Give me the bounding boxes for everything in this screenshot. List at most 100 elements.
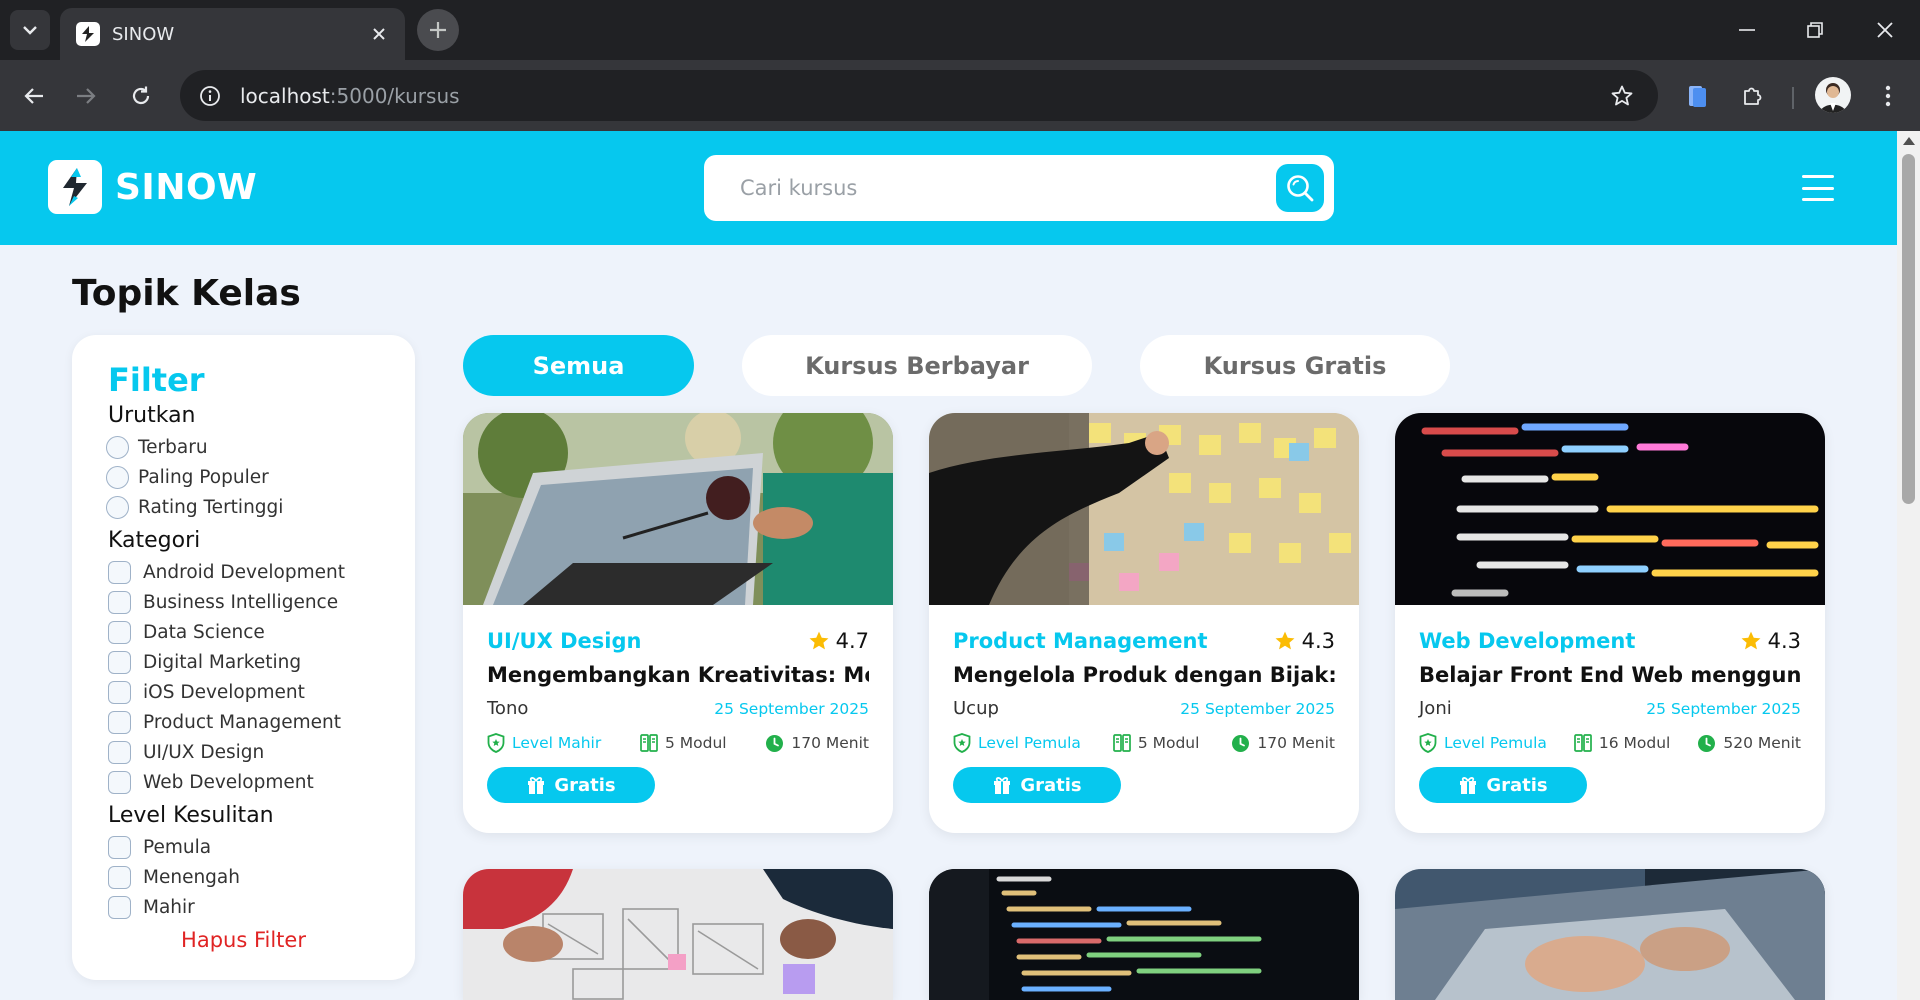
course-date: 25 September 2025 (1180, 699, 1335, 718)
course-rating: 4.3 (1274, 629, 1335, 653)
checkbox[interactable] (108, 680, 131, 704)
category-option[interactable]: Web Development (108, 767, 415, 797)
course-card[interactable] (1395, 869, 1825, 1000)
reading-list-icon[interactable] (1680, 78, 1716, 114)
profile-avatar[interactable] (1815, 77, 1851, 113)
checkbox[interactable] (108, 620, 131, 644)
extensions-puzzle-icon[interactable] (1735, 78, 1771, 114)
browser-tab-strip: SINOW (0, 0, 1920, 60)
restore-button[interactable] (1792, 12, 1838, 48)
bookmark-star-icon[interactable] (1608, 82, 1636, 110)
course-card[interactable]: Product Management 4.3 Mengelola Produk … (929, 413, 1359, 833)
course-thumbnail (463, 413, 893, 605)
checkbox[interactable] (108, 865, 131, 889)
checkbox[interactable] (108, 770, 131, 794)
course-modules: 16 Modul (1574, 733, 1670, 753)
more-menu-icon[interactable] (1870, 78, 1906, 114)
close-tab-icon[interactable] (369, 24, 389, 44)
course-level: Level Pemula (1419, 733, 1547, 753)
rating-value: 4.3 (1301, 629, 1335, 653)
course-author: Ucup (953, 698, 999, 719)
toolbar-divider (1792, 87, 1794, 109)
category-group-label: Kategori (108, 528, 201, 553)
course-card[interactable]: UI/UX Design 4.7 Mengembangkan Kreativit… (463, 413, 893, 833)
browser-tab[interactable]: SINOW (60, 8, 405, 60)
checkbox[interactable] (108, 650, 131, 674)
scrollbar-thumb[interactable] (1902, 154, 1915, 504)
course-category: Web Development (1419, 629, 1636, 653)
search-button[interactable] (1276, 164, 1324, 212)
brand-name: SINOW (115, 166, 258, 208)
site-info-icon[interactable] (194, 80, 226, 112)
filter-title: Filter (108, 361, 205, 399)
sinow-logo-icon (48, 160, 102, 214)
rating-value: 4.7 (835, 629, 869, 653)
checkbox[interactable] (108, 710, 131, 734)
course-thumbnail (1395, 413, 1825, 605)
new-tab-button[interactable] (417, 9, 459, 51)
checkbox[interactable] (108, 835, 131, 859)
sort-option[interactable]: Terbaru (106, 432, 415, 462)
minimize-button[interactable] (1724, 12, 1770, 48)
tab-title: SINOW (112, 23, 175, 45)
category-option[interactable]: Data Science (108, 617, 415, 647)
close-window-button[interactable] (1862, 12, 1908, 48)
course-rating: 4.3 (1740, 629, 1801, 653)
course-card[interactable] (929, 869, 1359, 1000)
star-icon (1741, 631, 1761, 650)
clock-icon (766, 734, 784, 752)
star-icon (809, 631, 829, 650)
category-option[interactable]: iOS Development (108, 677, 415, 707)
free-price-button[interactable]: Gratis (1419, 767, 1587, 803)
course-thumbnail (463, 869, 893, 1000)
course-title[interactable]: Mengelola Produk dengan Bijak: ... (953, 663, 1335, 687)
page-scrollbar[interactable] (1897, 131, 1920, 1000)
course-card[interactable]: Web Development 4.3 Belajar Front End We… (1395, 413, 1825, 833)
free-price-button[interactable]: Gratis (487, 767, 655, 803)
course-title[interactable]: Belajar Front End Web menggun... (1419, 663, 1801, 687)
scroll-up-arrow-icon[interactable] (1903, 137, 1915, 145)
checkbox[interactable] (108, 740, 131, 764)
course-date: 25 September 2025 (714, 699, 869, 718)
checkbox[interactable] (108, 895, 131, 919)
level-option[interactable]: Menengah (108, 862, 415, 892)
back-button[interactable] (14, 76, 54, 116)
checkbox[interactable] (108, 560, 131, 584)
category-option[interactable]: Product Management (108, 707, 415, 737)
course-thumbnail (929, 869, 1359, 1000)
brand-logo[interactable]: SINOW (48, 160, 257, 214)
reload-button[interactable] (121, 76, 161, 116)
clear-filter-button[interactable]: Hapus Filter (72, 928, 415, 952)
level-option[interactable]: Mahir (108, 892, 415, 922)
category-option[interactable]: Android Development (108, 557, 415, 587)
category-option[interactable]: UI/UX Design (108, 737, 415, 767)
tab-kursus-berbayar[interactable]: Kursus Berbayar (742, 335, 1092, 396)
tab-search-button[interactable] (10, 10, 50, 50)
tab-semua[interactable]: Semua (463, 335, 694, 396)
tab-kursus-gratis[interactable]: Kursus Gratis (1140, 335, 1450, 396)
course-thumbnail (1395, 869, 1825, 1000)
category-option[interactable]: Business Intelligence (108, 587, 415, 617)
sinow-favicon-icon (76, 22, 100, 46)
free-price-button[interactable]: Gratis (953, 767, 1121, 803)
category-option[interactable]: Digital Marketing (108, 647, 415, 677)
course-modules: 5 Modul (640, 733, 727, 753)
radio-button[interactable] (106, 465, 129, 489)
course-author: Tono (487, 698, 529, 719)
radio-button[interactable] (106, 435, 129, 459)
filter-panel: Filter Urutkan Terbaru Paling Populer Ra… (72, 335, 415, 980)
level-option[interactable]: Pemula (108, 832, 415, 862)
search-input[interactable] (740, 176, 1276, 200)
course-card[interactable] (463, 869, 893, 1000)
forward-button[interactable] (66, 76, 106, 116)
sort-option[interactable]: Rating Tertinggi (106, 492, 415, 522)
checkbox[interactable] (108, 590, 131, 614)
course-duration: 520 Menit (1697, 734, 1801, 753)
browser-toolbar: localhost:5000/kursus (0, 60, 1920, 131)
address-bar[interactable]: localhost:5000/kursus (180, 70, 1658, 121)
radio-button[interactable] (106, 495, 129, 519)
course-title[interactable]: Mengembangkan Kreativitas: Me... (487, 663, 869, 687)
menu-hamburger-icon[interactable] (1802, 173, 1834, 203)
sort-option[interactable]: Paling Populer (106, 462, 415, 492)
rating-value: 4.3 (1767, 629, 1801, 653)
